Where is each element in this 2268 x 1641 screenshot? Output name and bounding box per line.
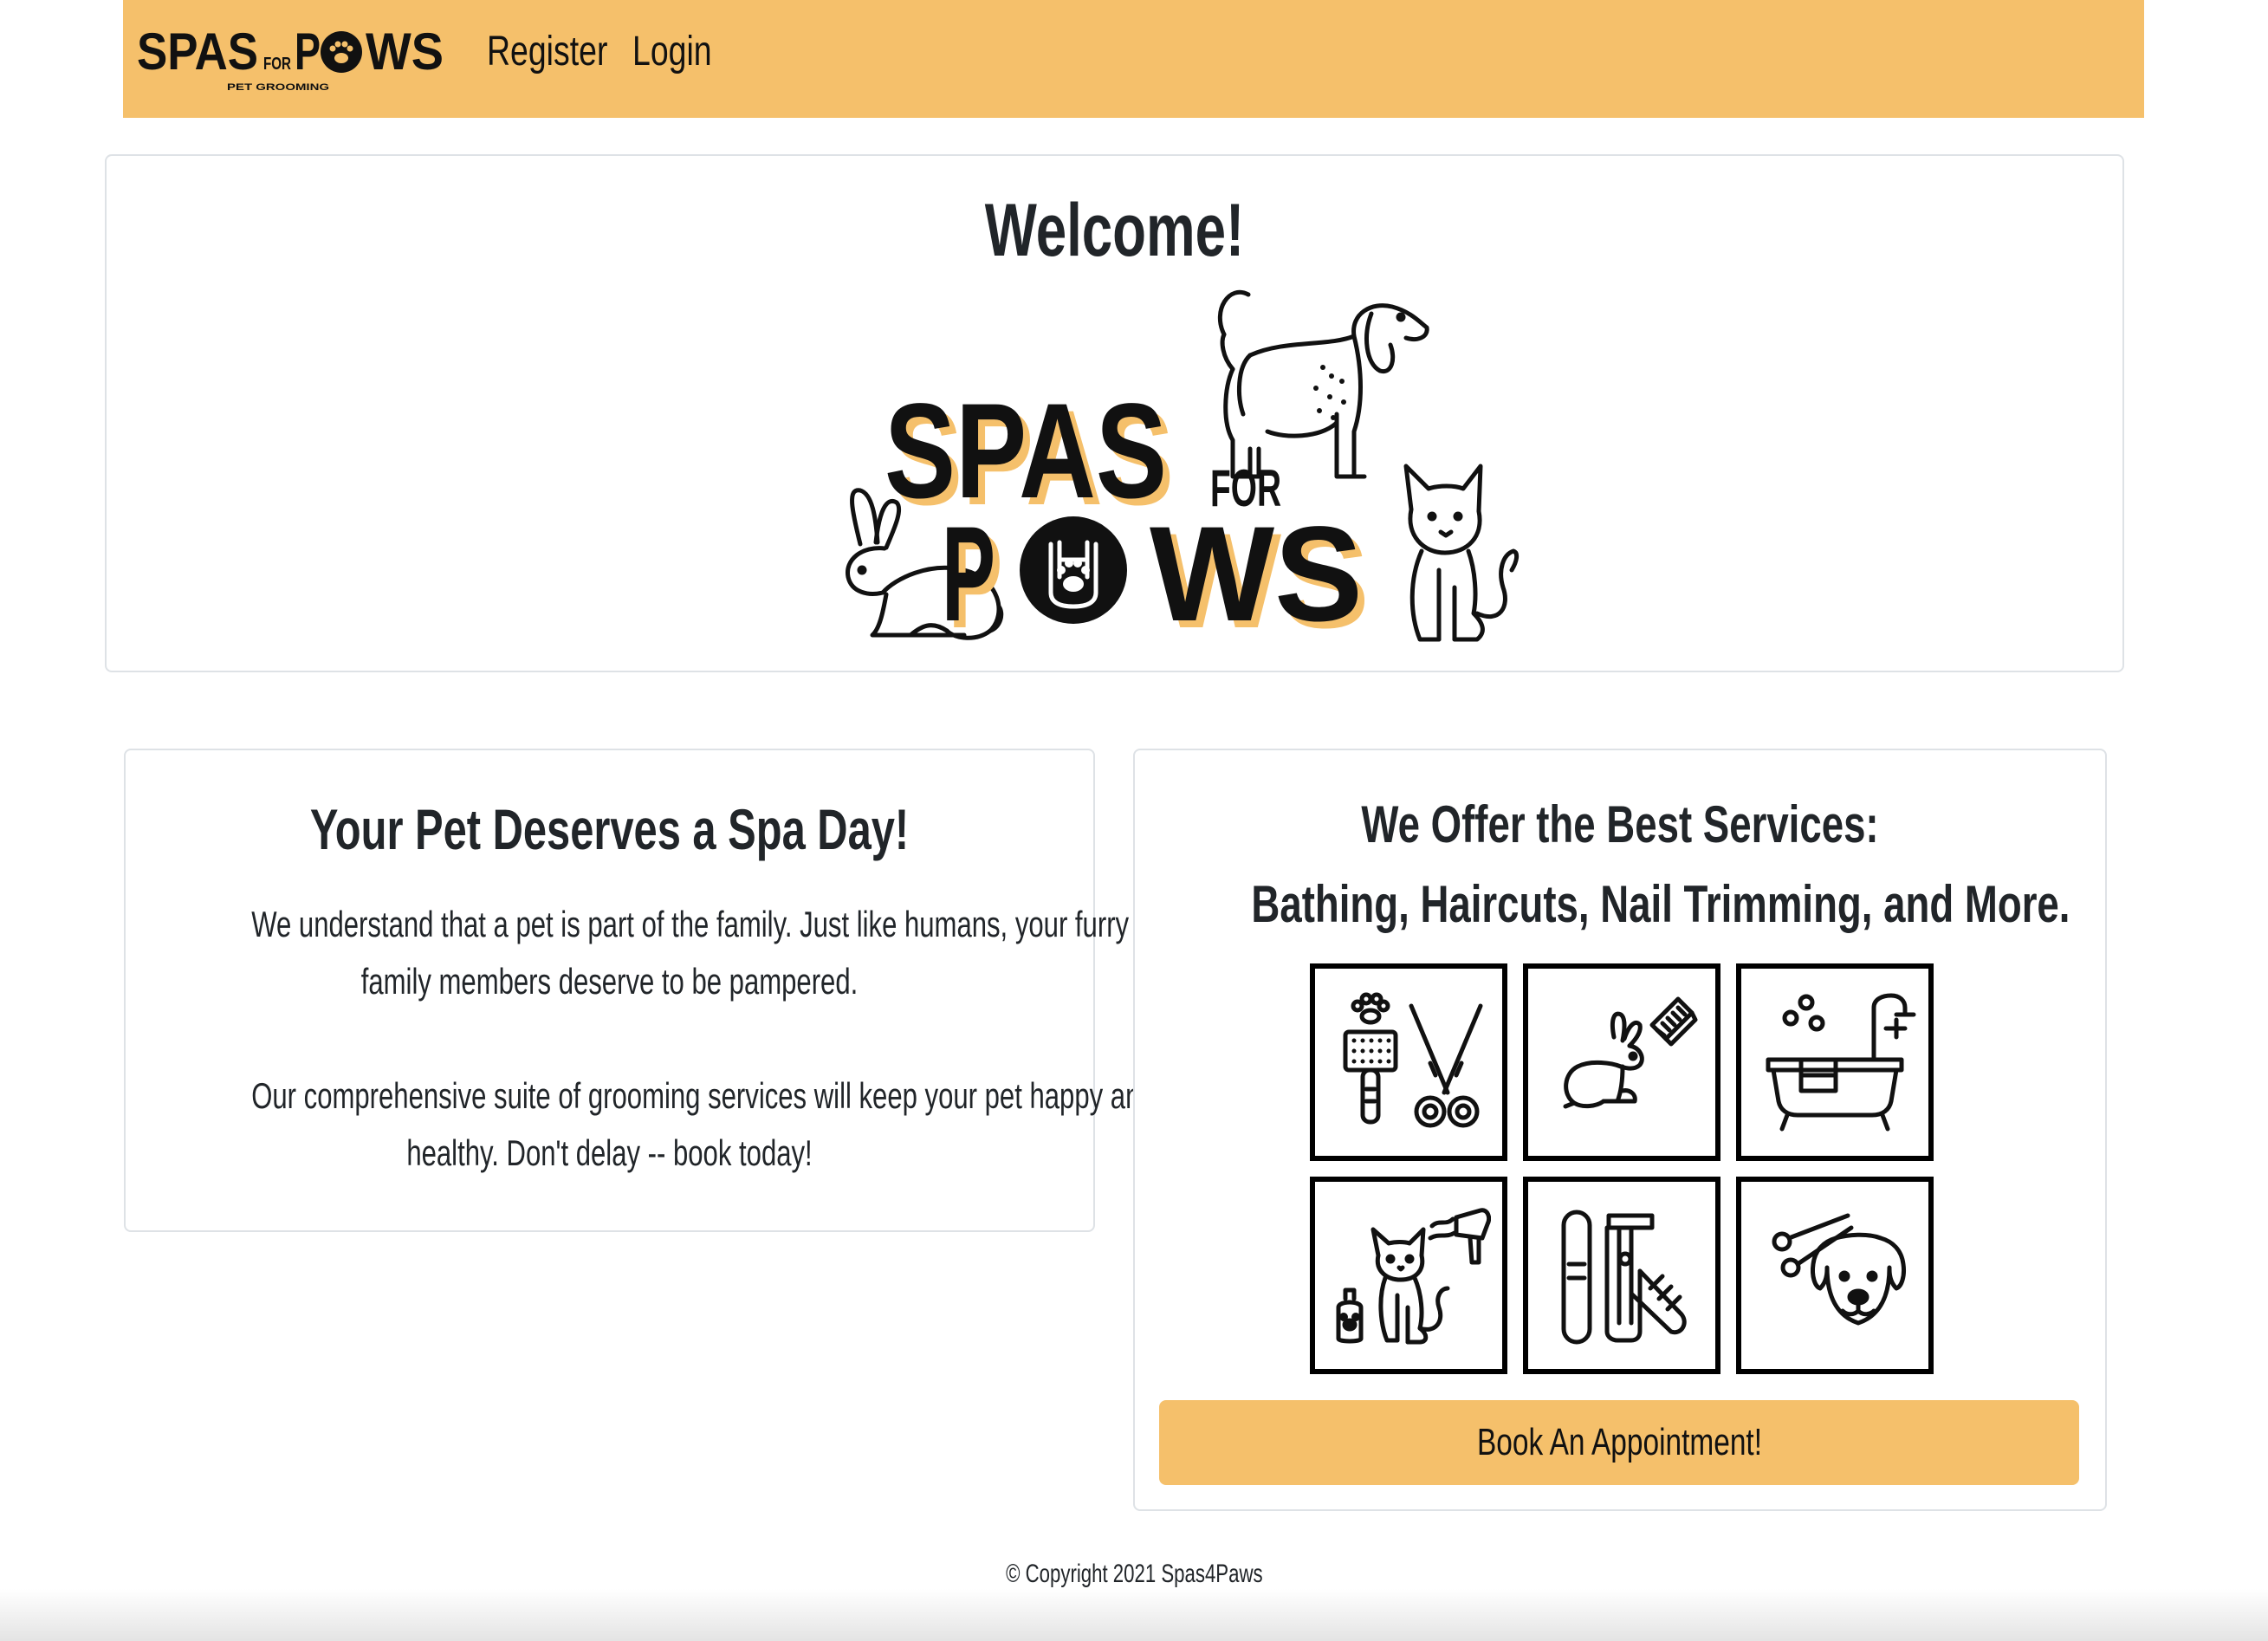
about-paragraph-2: Our comprehensive suite of grooming serv… [251,1067,1156,1182]
service-tile-bathing [1736,963,1934,1161]
about-paragraph-1-line-1: We understand that a pet is part of the … [251,904,1130,944]
about-paragraph-1-line-2: family members deserve to be pampered. [360,961,859,1002]
brand-word-for: FOR [263,55,291,74]
brand-word-p: P [295,23,321,81]
cat-dryer-icon [1336,1208,1491,1345]
dog-scissors-icon [1772,1213,1906,1326]
brand-word-spas: SPAS [137,23,258,81]
navbar: SPAS FOR P WS PET GROOMING Register Logi… [123,0,2144,118]
hero-paw-icon [1020,516,1127,624]
service-tile-grooming [1310,963,1507,1161]
brand-paw-icon [321,31,362,73]
service-tile-haircuts [1736,1177,1934,1374]
copyright-text: © Copyright 2021 Spas4Paws [1005,1560,1263,1588]
cat-illustration [1403,464,1520,642]
window-bottom-shadow [0,1589,2268,1641]
hero-word-spas: SPAS [885,376,1167,527]
service-tile-brushing [1523,963,1720,1161]
footer: © Copyright 2021 Spas4Paws [0,1560,2268,1589]
service-tile-drying [1310,1177,1507,1374]
nail-clipper-icon [1561,1210,1687,1345]
services-icon-grid [1310,963,1935,1379]
about-paragraph-2-line-1: Our comprehensive suite of grooming serv… [251,1075,1156,1116]
brand-logo-link[interactable]: SPAS FOR P WS PET GROOMING [135,19,447,97]
hero-word-p: P [942,499,995,650]
service-tile-nail-trimming [1523,1177,1720,1374]
services-card: We Offer the Best Services: Bathing, Hai… [1133,749,2107,1511]
book-appointment-label: Book An Appointment! [1476,1421,1762,1463]
brand-logo: SPAS FOR P WS PET GROOMING [137,23,444,93]
services-title: We Offer the Best Services: [1361,795,1879,853]
services-subtitle: Bathing, Haircuts, Nail Trimming, and Mo… [1251,875,2070,933]
nav-register-link[interactable]: Register [487,24,607,80]
dog-illustration [1217,289,1429,479]
book-appointment-button[interactable]: Book An Appointment! [1159,1400,2079,1485]
about-paragraph-2-line-2: healthy. Don't delay -- book today! [406,1132,813,1173]
welcome-title: Welcome! [984,189,1245,272]
brand-subtitle: PET GROOMING [227,82,329,93]
nav-login-link[interactable]: Login [632,24,712,80]
bathtub-icon [1766,993,1916,1132]
hero-word-ws: WS [1150,499,1363,650]
rabbit-comb-icon [1563,996,1698,1109]
about-card: Your Pet Deserves a Spa Day! We understa… [124,749,1156,1232]
about-title: Your Pet Deserves a Spa Day! [309,797,910,861]
brand-word-ws: WS [366,23,444,81]
hero-logo: SPAS SPAS FOR P P WS WS [800,284,1545,657]
brush-scissors-icon [1343,992,1483,1128]
hero-wordmark: SPAS SPAS FOR P P WS WS [885,376,1370,657]
welcome-card: Welcome! SPAS SPAS FOR P P WS WS [105,154,2124,672]
page: SPAS FOR P WS PET GROOMING Register Logi… [0,0,2268,1641]
about-paragraph-1: We understand that a pet is part of the … [251,896,1130,1010]
